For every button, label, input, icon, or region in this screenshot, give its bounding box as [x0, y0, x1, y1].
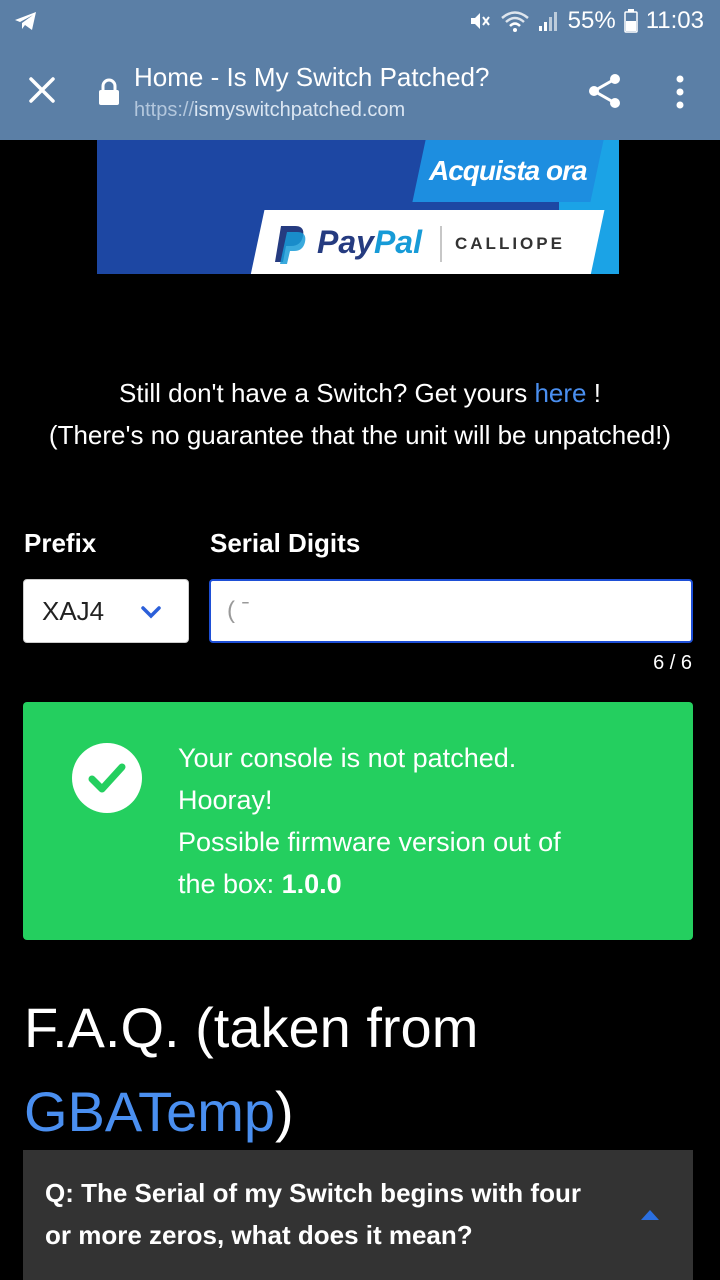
ad-banner[interactable]: Acquista ora PayPal CALLIOPE — [97, 140, 619, 274]
url-scheme: https:// — [134, 99, 195, 121]
partner-name: CALLIOPE — [455, 234, 565, 253]
wifi-icon — [500, 11, 529, 32]
close-icon[interactable] — [26, 74, 58, 106]
faq-question-accordion[interactable]: Q: The Serial of my Switch begins with f… — [23, 1150, 693, 1280]
more-options-icon[interactable] — [670, 74, 690, 110]
status-bar: 55% 11:03 — [0, 0, 720, 42]
ad-divider — [440, 226, 442, 262]
result-message: Your console is not patched. Hooray! Pos… — [178, 743, 561, 899]
page-url[interactable]: https://ismyswitchpatched.com — [134, 99, 405, 122]
firmware-version: 1.0.0 — [281, 869, 342, 899]
prefix-select[interactable]: XAJ4 — [23, 579, 189, 643]
battery-icon — [623, 9, 638, 33]
mute-icon — [470, 13, 490, 29]
chevron-down-icon — [141, 606, 161, 619]
caret-up-icon — [641, 1210, 659, 1220]
ad-cta-button[interactable]: Acquista ora — [412, 140, 604, 202]
share-icon[interactable] — [586, 72, 624, 110]
paypal-wordmark: PayPal — [317, 224, 422, 260]
char-counter: 6 / 6 — [653, 652, 692, 674]
get-switch-link[interactable]: here — [534, 378, 586, 408]
intro-text: Still don't have a Switch? Get yours her… — [0, 372, 720, 456]
serial-digits-input[interactable] — [209, 579, 693, 643]
result-box: Your console is not patched. Hooray! Pos… — [23, 702, 693, 940]
prefix-value: XAJ4 — [42, 595, 105, 626]
paypal-logo-icon — [275, 226, 306, 264]
prefix-label: Prefix — [24, 528, 97, 558]
clock: 11:03 — [645, 7, 704, 34]
check-circle-icon — [72, 743, 142, 813]
telegram-icon — [15, 12, 36, 30]
battery-percent: 55% — [567, 7, 616, 34]
faq-question-text: Q: The Serial of my Switch begins with f… — [45, 1178, 581, 1250]
gbatemp-link[interactable]: GBATemp — [24, 1080, 275, 1143]
lock-icon — [99, 78, 119, 105]
url-host: ismyswitchpatched.com — [194, 99, 406, 121]
intro-line1: Still don't have a Switch? Get yours her… — [119, 378, 601, 408]
page-title: Home - Is My Switch Patched? — [134, 62, 490, 92]
signal-icon — [538, 12, 557, 31]
browser-toolbar: Home - Is My Switch Patched? https://ism… — [0, 42, 720, 140]
intro-line2: (There's no guarantee that the unit will… — [48, 420, 672, 450]
faq-heading: F.A.Q. (taken from GBATemp) — [24, 996, 479, 1143]
serial-label: Serial Digits — [210, 528, 361, 558]
